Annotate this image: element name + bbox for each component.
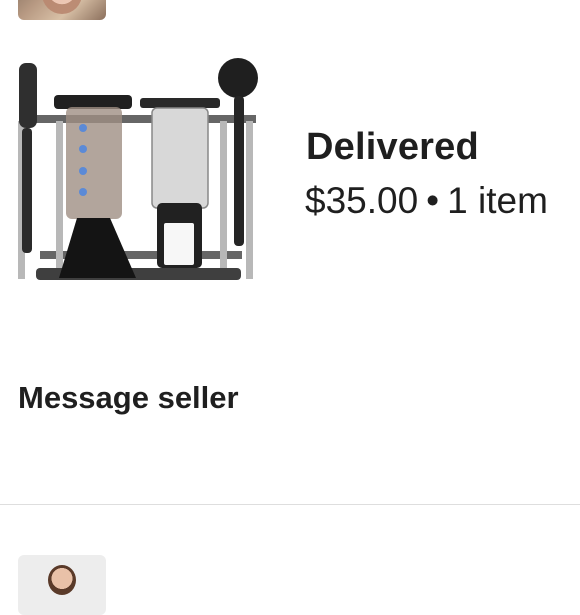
order-status: Delivered [306,126,479,168]
order-price-summary: $35.00 • 1 item [305,180,548,222]
message-seller-button[interactable]: Message seller [18,380,239,416]
item-count: 1 item [447,180,548,221]
order-price: $35.00 [305,180,419,221]
product-image[interactable] [14,58,264,293]
price-separator: • [426,180,440,221]
avatar-icon [42,0,82,14]
section-divider [0,504,580,505]
order-card[interactable]: Delivered $35.00 • 1 item Message seller [0,44,580,464]
previous-order-thumbnail[interactable] [18,0,106,20]
next-order-thumbnail[interactable] [18,555,106,615]
avatar-icon [48,565,76,595]
aeropress-image-icon [18,58,258,280]
